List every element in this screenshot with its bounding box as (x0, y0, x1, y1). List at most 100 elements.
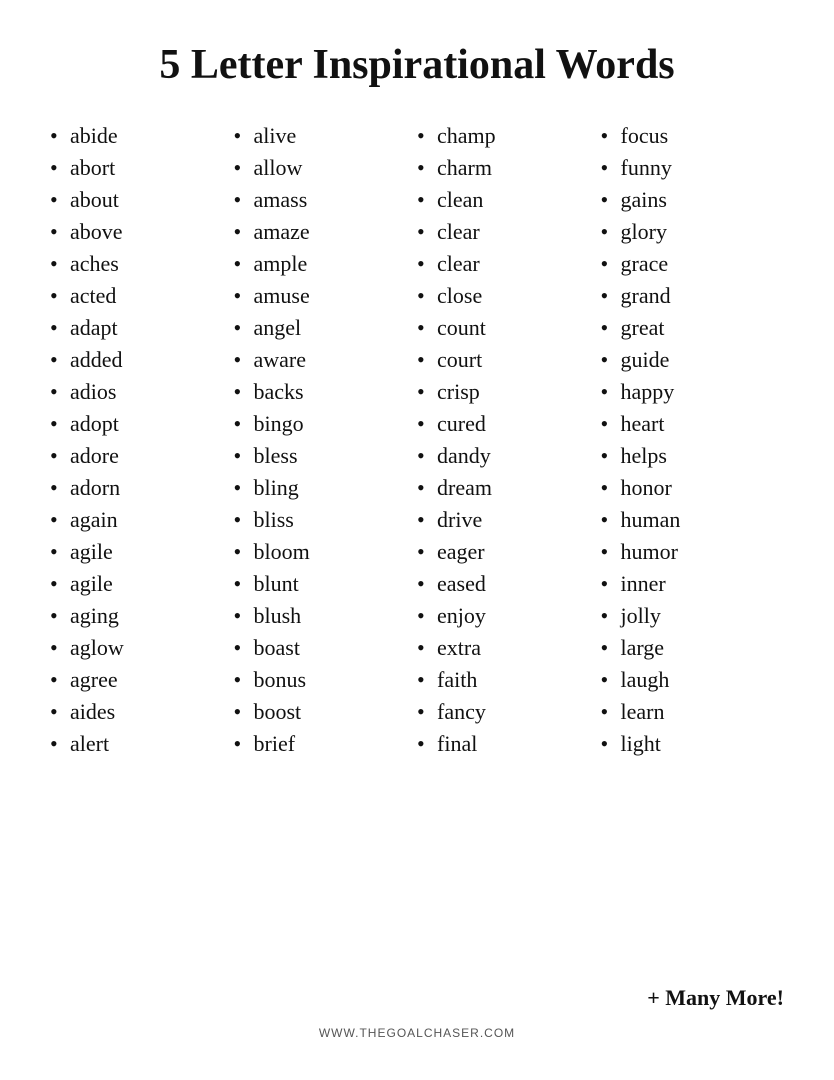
word-item: •fancy (417, 696, 601, 728)
word-item: •bless (234, 440, 418, 472)
word-text: helps (621, 445, 667, 467)
word-text: amass (254, 189, 308, 211)
bullet-icon: • (417, 285, 437, 307)
word-item: •eager (417, 536, 601, 568)
word-text: funny (621, 157, 672, 179)
columns-container: •abide•abort•about•above•aches•acted•ada… (50, 120, 784, 977)
word-item: •count (417, 312, 601, 344)
bullet-icon: • (601, 381, 621, 403)
bullet-icon: • (50, 253, 70, 275)
footer-url: WWW.THEGOALCHASER.COM (50, 1026, 784, 1050)
bullet-icon: • (417, 669, 437, 691)
word-item: •heart (601, 408, 785, 440)
bullet-icon: • (601, 413, 621, 435)
word-item: •aging (50, 600, 234, 632)
bullet-icon: • (601, 189, 621, 211)
word-text: blunt (254, 573, 299, 595)
word-item: •laugh (601, 664, 785, 696)
word-text: close (437, 285, 482, 307)
bullet-icon: • (50, 541, 70, 563)
bullet-icon: • (417, 701, 437, 723)
word-item: •cured (417, 408, 601, 440)
more-text: + Many More! (50, 985, 784, 1011)
word-item: •guide (601, 344, 785, 376)
bullet-icon: • (417, 733, 437, 755)
word-item: •clear (417, 248, 601, 280)
word-text: crisp (437, 381, 480, 403)
word-text: agree (70, 669, 118, 691)
word-item: •champ (417, 120, 601, 152)
word-text: aging (70, 605, 119, 627)
word-text: drive (437, 509, 482, 531)
bullet-icon: • (234, 253, 254, 275)
word-text: aides (70, 701, 115, 723)
bullet-icon: • (234, 221, 254, 243)
bullet-icon: • (601, 637, 621, 659)
bullet-icon: • (601, 573, 621, 595)
word-text: great (621, 317, 665, 339)
bullet-icon: • (234, 285, 254, 307)
word-text: acted (70, 285, 116, 307)
word-text: clear (437, 253, 480, 275)
word-text: happy (621, 381, 675, 403)
word-item: •above (50, 216, 234, 248)
word-text: brief (254, 733, 296, 755)
bullet-icon: • (601, 605, 621, 627)
word-text: fancy (437, 701, 486, 723)
bullet-icon: • (50, 637, 70, 659)
word-text: human (621, 509, 681, 531)
bullet-icon: • (234, 317, 254, 339)
word-text: grand (621, 285, 671, 307)
bullet-icon: • (417, 317, 437, 339)
bullet-icon: • (234, 349, 254, 371)
word-text: eased (437, 573, 486, 595)
bullet-icon: • (417, 157, 437, 179)
bullet-icon: • (234, 701, 254, 723)
bullet-icon: • (417, 413, 437, 435)
bullet-icon: • (234, 733, 254, 755)
bullet-icon: • (417, 509, 437, 531)
word-item: •added (50, 344, 234, 376)
word-item: •aches (50, 248, 234, 280)
bullet-icon: • (50, 221, 70, 243)
bullet-icon: • (50, 157, 70, 179)
word-item: •gains (601, 184, 785, 216)
bullet-icon: • (234, 413, 254, 435)
word-item: •funny (601, 152, 785, 184)
word-text: honor (621, 477, 672, 499)
bullet-icon: • (234, 509, 254, 531)
word-item: •boast (234, 632, 418, 664)
word-item: •humor (601, 536, 785, 568)
word-text: champ (437, 125, 496, 147)
bullet-icon: • (417, 349, 437, 371)
word-item: •dream (417, 472, 601, 504)
bullet-icon: • (234, 125, 254, 147)
word-item: •alert (50, 728, 234, 760)
word-text: agile (70, 573, 113, 595)
word-item: •bloom (234, 536, 418, 568)
word-text: abide (70, 125, 118, 147)
word-item: •clean (417, 184, 601, 216)
word-text: backs (254, 381, 304, 403)
word-item: •aides (50, 696, 234, 728)
word-text: amaze (254, 221, 310, 243)
word-item: •grace (601, 248, 785, 280)
word-text: allow (254, 157, 303, 179)
word-text: adios (70, 381, 116, 403)
bullet-icon: • (50, 573, 70, 595)
bullet-icon: • (234, 189, 254, 211)
bullet-icon: • (50, 445, 70, 467)
word-item: •blunt (234, 568, 418, 600)
word-text: light (621, 733, 661, 755)
word-text: glory (621, 221, 667, 243)
bullet-icon: • (601, 477, 621, 499)
word-item: •grand (601, 280, 785, 312)
bullet-icon: • (234, 157, 254, 179)
word-item: •adorn (50, 472, 234, 504)
bullet-icon: • (234, 637, 254, 659)
word-column-4: •focus•funny•gains•glory•grace•grand•gre… (601, 120, 785, 977)
word-text: adapt (70, 317, 118, 339)
word-text: boast (254, 637, 300, 659)
word-text: charm (437, 157, 492, 179)
bullet-icon: • (50, 317, 70, 339)
